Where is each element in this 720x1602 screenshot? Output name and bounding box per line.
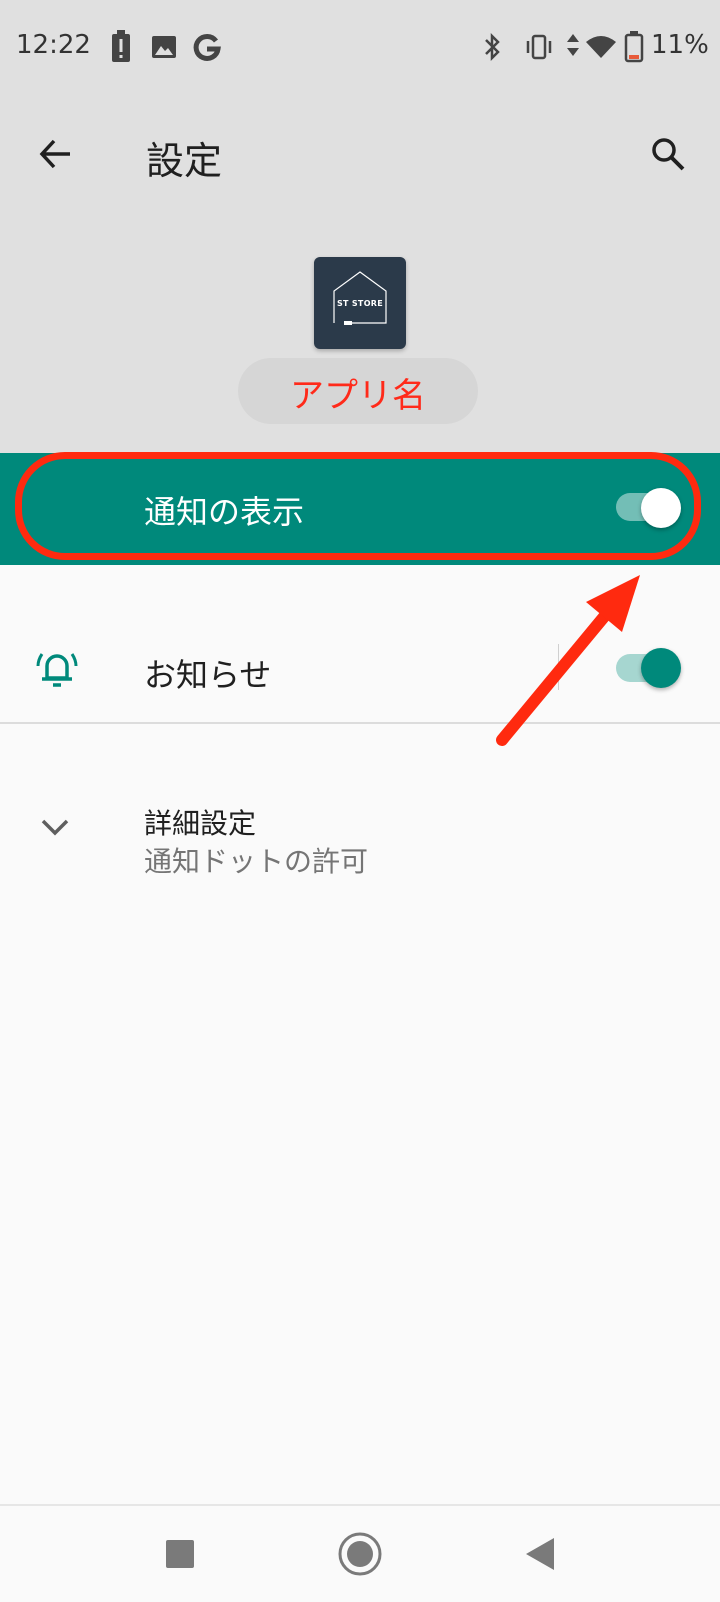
recents-button[interactable] xyxy=(152,1526,208,1582)
arrow-annotation xyxy=(496,575,640,746)
back-nav-button[interactable] xyxy=(512,1526,568,1582)
advanced-settings-subtitle: 通知ドットの許可 xyxy=(144,845,369,878)
home-button[interactable] xyxy=(332,1526,388,1582)
recents-square-icon xyxy=(166,1540,194,1568)
chevron-down-icon xyxy=(38,810,72,848)
home-circle-icon xyxy=(338,1532,382,1576)
advanced-settings-title: 詳細設定 xyxy=(144,807,257,840)
back-triangle-icon xyxy=(526,1538,554,1570)
navigation-bar xyxy=(0,1504,720,1602)
